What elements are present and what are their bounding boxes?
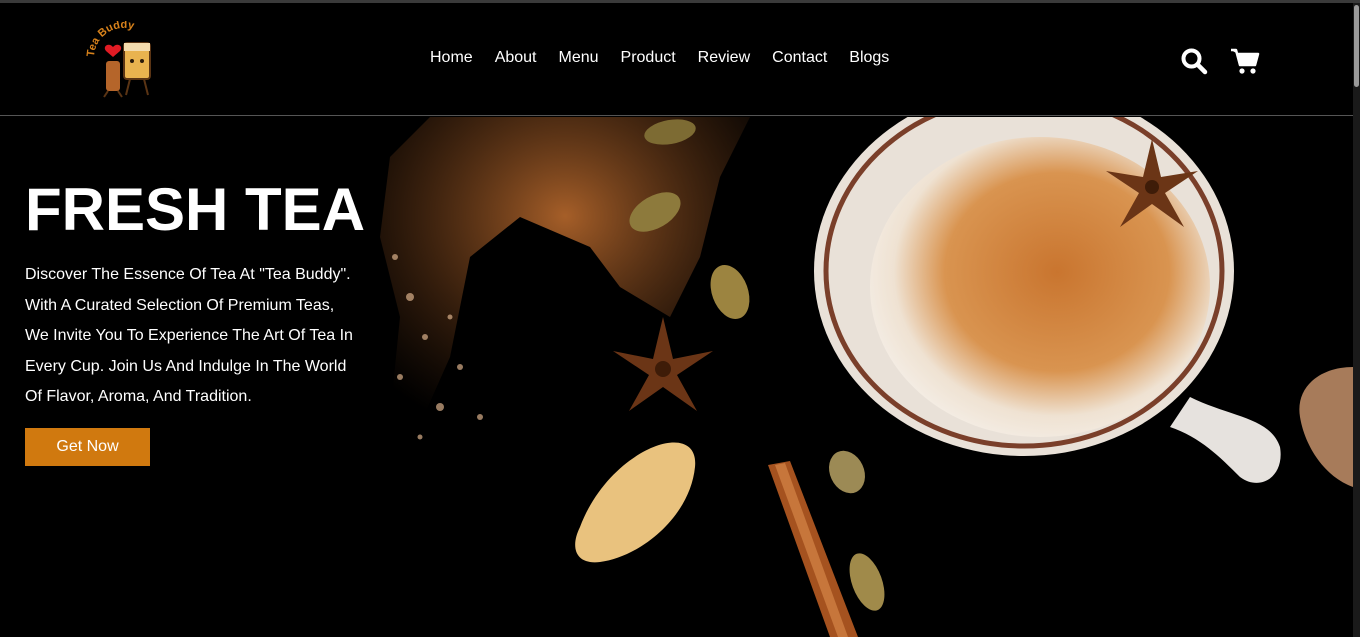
nav-review[interactable]: Review — [698, 49, 750, 67]
nav-home[interactable]: Home — [430, 49, 473, 67]
hero-description-line: With A Curated Selection Of Premium Teas… — [25, 296, 335, 314]
chai-spices-image — [380, 117, 1353, 637]
hero-description: Discover The Essence Of Tea At "Tea Budd… — [25, 260, 385, 413]
nav-menu[interactable]: Menu — [559, 49, 599, 67]
nav-product[interactable]: Product — [621, 49, 676, 67]
header-actions — [1180, 47, 1260, 80]
hero-description-line: We Invite You To Experience The Art Of T… — [25, 327, 353, 344]
tea-buddy-logo[interactable]: Tea Buddy — [85, 19, 166, 101]
hero-description-line: Every Cup. Join Us And Indulge In The Wo… — [25, 357, 347, 375]
hero-text: FRESH TEA Discover The Essence Of Tea At… — [25, 178, 385, 413]
hero-description-line: Of Flavor, Aroma, And Tradition. — [25, 388, 252, 405]
main-nav: Home About Menu Product Review Contact B… — [430, 49, 889, 67]
site-header: Tea Buddy Home About Menu Product Review… — [0, 3, 1353, 116]
hero-description-line: Discover The Essence Of Tea At "Tea Budd… — [25, 266, 351, 283]
logo-graphic: Tea Buddy — [85, 19, 151, 98]
page-scrollbar[interactable] — [1353, 3, 1360, 637]
scrollbar-thumb[interactable] — [1354, 5, 1359, 87]
hero-title: FRESH TEA — [25, 176, 366, 243]
nav-blogs[interactable]: Blogs — [849, 49, 889, 67]
nav-about[interactable]: About — [495, 49, 537, 67]
search-icon[interactable] — [1180, 47, 1208, 80]
nav-contact[interactable]: Contact — [772, 49, 827, 67]
get-now-button[interactable]: Get Now — [25, 428, 150, 466]
cart-icon[interactable] — [1230, 47, 1260, 80]
